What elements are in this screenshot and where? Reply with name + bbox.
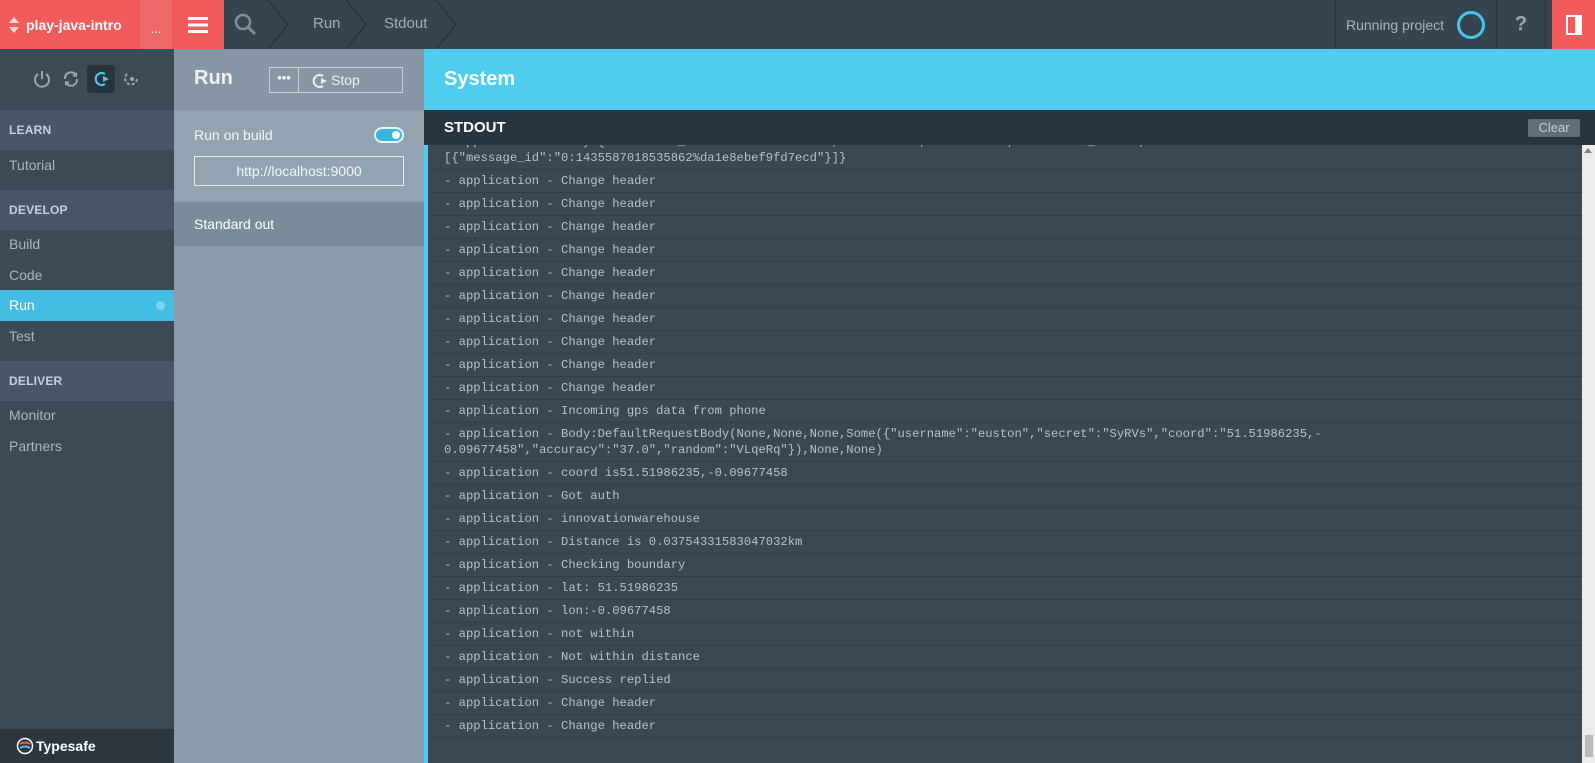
clear-button[interactable]: Clear xyxy=(1528,119,1580,137)
typesafe-logo-icon xyxy=(16,737,34,755)
sidebar-item-label: Run xyxy=(9,297,35,313)
menu-button[interactable] xyxy=(172,0,224,49)
sidebar-item-tutorial[interactable]: Tutorial xyxy=(0,150,174,181)
project-name: play-java-intro xyxy=(26,16,122,33)
page-title: System xyxy=(444,68,516,90)
log-line: - application - Got auth xyxy=(428,485,1582,508)
sidebar-section-deliver: DELIVER xyxy=(0,361,174,401)
stdout-title: STDOUT xyxy=(444,119,506,136)
running-status-label: Running project xyxy=(1346,16,1445,33)
activity-spinner-icon xyxy=(1457,11,1485,39)
log-scrollbar[interactable] xyxy=(1582,145,1595,763)
log-line: - application - Not within distance xyxy=(428,646,1582,669)
sort-arrows-icon xyxy=(9,17,19,33)
log-line: - application - Change header xyxy=(428,170,1582,193)
log-line: - application - Distance is 0.0375433158… xyxy=(428,531,1582,554)
log-line: - application - Change header xyxy=(428,216,1582,239)
toggle-knob xyxy=(392,131,400,139)
search-icon[interactable] xyxy=(232,11,262,39)
sidebar-item-run[interactable]: Run xyxy=(0,290,174,321)
log-line: - application - Change header xyxy=(428,715,1582,738)
log-line: - application - Checking boundary xyxy=(428,554,1582,577)
log-line: - application - innovationwarehouse xyxy=(428,508,1582,531)
standard-out-item[interactable]: Standard out xyxy=(174,202,424,246)
sidebar-panel-icon xyxy=(1565,14,1582,35)
hamburger-icon xyxy=(188,16,208,33)
brand-name: Typesafe xyxy=(36,738,96,754)
panel-toggle-button[interactable] xyxy=(1552,0,1595,49)
breadcrumb-run[interactable]: Run xyxy=(313,0,341,49)
log-line: - application - Change header xyxy=(428,239,1582,262)
log-line: - application - Success replied xyxy=(428,669,1582,692)
run-on-build-label: Run on build xyxy=(194,127,273,143)
power-icon[interactable] xyxy=(28,65,56,93)
sidebar-item-monitor[interactable]: Monitor xyxy=(0,400,174,431)
breadcrumb-separator-icon xyxy=(436,0,457,49)
stop-button[interactable]: Stop xyxy=(298,67,403,93)
system-header: System xyxy=(424,49,1595,110)
run-on-build-toggle[interactable] xyxy=(374,127,404,143)
breadcrumb-separator-icon xyxy=(346,0,367,49)
main-panel: System STDOUT Clear - application - Body… xyxy=(424,49,1595,763)
log-line: - application - Change header xyxy=(428,354,1582,377)
sidebar-tool-row xyxy=(0,49,174,109)
stop-cycle-icon xyxy=(312,74,327,88)
stdout-log[interactable]: - application - Body:{"multicast_id":824… xyxy=(424,145,1595,763)
sidebar-section-learn: LEARN xyxy=(0,110,174,150)
log-line: - application - Change header xyxy=(428,692,1582,715)
log-line: - application - coord is51.51986235,-0.0… xyxy=(428,462,1582,485)
refresh-icon[interactable] xyxy=(57,65,85,93)
help-button[interactable]: ? xyxy=(1496,0,1546,49)
run-cycle-icon[interactable] xyxy=(87,65,115,93)
project-selector[interactable]: play-java-intro xyxy=(0,0,140,49)
log-line: - application - Change header xyxy=(428,262,1582,285)
run-panel-header: Run ••• Stop xyxy=(174,49,424,110)
debug-icon[interactable] xyxy=(117,65,145,93)
stdout-header: STDOUT Clear xyxy=(424,110,1595,145)
top-bar: play-java-intro ... Run Stdout Running p… xyxy=(0,0,1595,49)
sidebar: LEARN Tutorial DEVELOP Build Code Run Te… xyxy=(0,49,174,763)
log-line: - application - Change header xyxy=(428,285,1582,308)
log-line: - application - not within xyxy=(428,623,1582,646)
scrollbar-thumb[interactable] xyxy=(1585,735,1593,757)
scroll-up-arrow-icon[interactable] xyxy=(1584,148,1592,153)
log-line: - application - Change header xyxy=(428,308,1582,331)
log-line: - application - Body:{"multicast_id":824… xyxy=(428,145,1582,170)
brand-logo: Typesafe xyxy=(0,729,174,763)
sidebar-item-test[interactable]: Test xyxy=(0,321,174,352)
project-more-button[interactable]: ... xyxy=(140,0,172,49)
stop-button-label: Stop xyxy=(331,72,360,88)
log-line: - application - lon:-0.09677458 xyxy=(428,600,1582,623)
run-panel-title: Run xyxy=(194,67,233,89)
log-line: - application - Change header xyxy=(428,331,1582,354)
log-line: - application - lat: 51.51986235 xyxy=(428,577,1582,600)
log-line: - application - Change header xyxy=(428,193,1582,216)
breadcrumb-separator-icon xyxy=(268,0,289,49)
log-line: - application - Change header xyxy=(428,377,1582,400)
breadcrumb-stdout[interactable]: Stdout xyxy=(384,0,427,49)
log-line: - application - Incoming gps data from p… xyxy=(428,400,1582,423)
sidebar-item-build[interactable]: Build xyxy=(0,229,174,260)
sidebar-section-develop: DEVELOP xyxy=(0,190,174,230)
running-indicator-icon xyxy=(156,301,165,310)
run-options-button[interactable]: ••• xyxy=(269,67,299,93)
log-line: - application - Body:DefaultRequestBody(… xyxy=(428,423,1582,462)
sidebar-item-code[interactable]: Code xyxy=(0,260,174,291)
run-panel: Run ••• Stop Run on build http://localho… xyxy=(174,49,424,763)
sidebar-item-partners[interactable]: Partners xyxy=(0,431,174,462)
run-settings: Run on build http://localhost:9000 xyxy=(174,110,424,202)
app-url-link[interactable]: http://localhost:9000 xyxy=(194,156,404,186)
